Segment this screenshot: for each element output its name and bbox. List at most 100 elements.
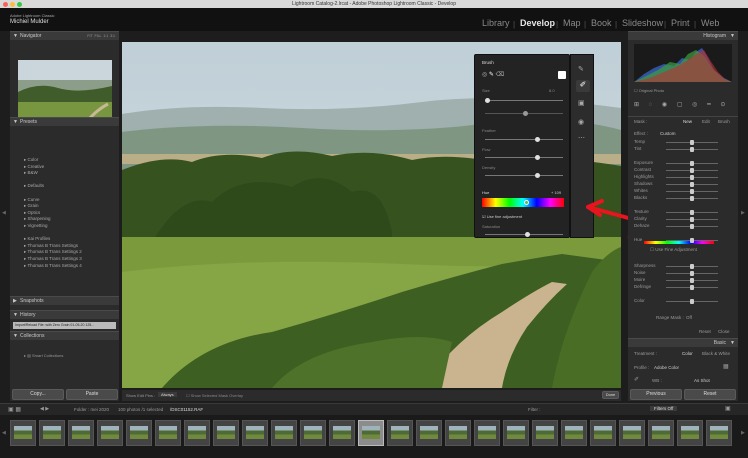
filmstrip-left-icon[interactable]: ◀ (2, 430, 6, 436)
grid-view-icon[interactable]: ▣ ▦ (8, 406, 21, 413)
gradient-icon[interactable]: ▣ (578, 99, 585, 107)
size-slider[interactable] (485, 98, 563, 103)
adjustment-slider[interactable] (666, 140, 718, 145)
radial-icon[interactable]: ◉ (578, 118, 584, 126)
filmstrip-folder[interactable]: Folder : mei 2020 (74, 407, 109, 412)
filmstrip-thumbnail[interactable] (706, 420, 732, 446)
profile-browser-icon[interactable]: ▦ (723, 363, 729, 370)
filmstrip-thumbnail[interactable] (677, 420, 703, 446)
preset-item[interactable]: ▸ Sharpening (24, 216, 82, 223)
filmstrip-thumbnail[interactable] (445, 420, 471, 446)
feather-slider[interactable] (485, 137, 563, 142)
filmstrip-thumbnail[interactable] (358, 420, 384, 446)
fine-adjust-checkbox-right[interactable]: ☐ Use Fine Adjustment (650, 247, 697, 253)
adjustment-slider[interactable] (666, 271, 718, 276)
reset-mask-button[interactable]: Reset (699, 329, 711, 334)
navigator-header[interactable]: ▼ Navigator FIT FILL 1:1 3:1 (10, 31, 119, 40)
brush-mode-icons[interactable]: ◎ ✎ ⌫ (482, 71, 504, 78)
adjustment-slider[interactable] (666, 196, 718, 201)
preset-item[interactable]: ▸ Grain (24, 203, 82, 210)
adjustment-slider[interactable] (666, 278, 718, 283)
adjustment-slider[interactable] (666, 217, 718, 222)
filmstrip-thumbnail[interactable] (648, 420, 674, 446)
adjustment-slider[interactable] (666, 189, 718, 194)
filmstrip-thumbnail[interactable] (532, 420, 558, 446)
presets-header[interactable]: ▼ Presets (10, 117, 119, 126)
preset-item[interactable]: ▸ Kai Profiles (24, 236, 82, 243)
zoom-window-button[interactable] (17, 1, 22, 7)
range-mask-select[interactable]: Off (686, 315, 692, 320)
filmstrip-thumbnail[interactable] (97, 420, 123, 446)
filmstrip-thumbnail[interactable] (590, 420, 616, 446)
basic-header[interactable]: Basic ▼ (628, 338, 738, 347)
reset-button[interactable]: Reset (684, 389, 736, 400)
preset-item[interactable]: ▸ Creative (24, 164, 82, 171)
filmstrip-thumbnail[interactable] (155, 420, 181, 446)
filter-select[interactable]: Filters Off (650, 406, 678, 411)
more-icon[interactable]: ⋯ (578, 134, 585, 142)
close-mask-button[interactable]: Close (718, 329, 730, 334)
filmstrip-thumbnail[interactable] (68, 420, 94, 446)
close-window-button[interactable] (3, 1, 8, 7)
brush-icon[interactable]: ✐ (576, 80, 590, 92)
filmstrip-thumbnail[interactable] (416, 420, 442, 446)
filmstrip-thumbnail[interactable] (503, 420, 529, 446)
paste-button[interactable]: Paste (66, 389, 118, 400)
hue-bar[interactable] (644, 241, 714, 244)
collection-item[interactable]: ▸ ▤ Smart Collections (24, 353, 63, 358)
saturation-slider[interactable] (485, 232, 563, 237)
mask-edit-tab[interactable]: Edit (702, 119, 710, 124)
module-book[interactable]: Book (591, 18, 612, 28)
adjustment-slider[interactable] (666, 210, 718, 215)
hue-spectrum-slider[interactable] (482, 198, 564, 207)
original-photo-checkbox[interactable]: ☐ Original Photo (634, 88, 664, 93)
adjustment-slider[interactable] (666, 168, 718, 173)
filmstrip-thumbnail[interactable] (39, 420, 65, 446)
filmstrip-thumbnail[interactable] (184, 420, 210, 446)
filmstrip-thumbnail[interactable] (271, 420, 297, 446)
module-map[interactable]: Map (563, 18, 581, 28)
preset-item[interactable]: ▸ Vignetting (24, 223, 82, 230)
preset-item[interactable]: ▸ Optics (24, 210, 82, 217)
filmstrip-thumbnail[interactable] (242, 420, 268, 446)
filmstrip-thumbnail[interactable] (561, 420, 587, 446)
left-panel-toggle-icon[interactable]: ◀ (2, 210, 6, 216)
fine-adjust-checkbox[interactable]: ☑ Use fine adjustment (482, 214, 522, 219)
preset-item[interactable]: ▸ Curve (24, 197, 82, 204)
flow-slider[interactable] (485, 155, 563, 160)
pen-icon[interactable]: ✎ (578, 65, 584, 73)
tool-strip[interactable]: ⊞ ◌ ◉ ▢ ◎ ━ ⊙ (634, 101, 732, 112)
right-panel-toggle-icon[interactable]: ▶ (741, 210, 745, 216)
nav-arrows-icon[interactable]: ◀ ▶ (40, 406, 49, 412)
brush-settings-icon[interactable] (558, 71, 566, 79)
filmstrip-thumbnail[interactable] (619, 420, 645, 446)
adjustment-slider[interactable] (666, 147, 718, 152)
filmstrip-thumbnail[interactable] (10, 420, 36, 446)
filmstrip-thumbnail[interactable] (126, 420, 152, 446)
done-button[interactable]: Done (602, 391, 619, 399)
histogram-header[interactable]: Histogram ▼ (628, 31, 738, 40)
preset-item[interactable]: ▸ Color (24, 157, 82, 164)
module-develop[interactable]: Develop (520, 18, 555, 28)
mask-overlay-checkbox[interactable]: ☐ Show Selected Mask Overlay (186, 393, 243, 398)
density-slider[interactable] (485, 173, 563, 178)
module-slideshow[interactable]: Slideshow (622, 18, 663, 28)
adjustment-slider[interactable] (666, 182, 718, 187)
snapshots-header[interactable]: ▶ Snapshots (10, 296, 119, 305)
mask-brush-tab[interactable]: Brush (718, 119, 730, 124)
preset-item[interactable]: ▸ Thomas B Trans Settings 4 (24, 263, 82, 270)
profile-select[interactable]: Adobe Color (654, 365, 679, 370)
filmstrip-right-icon[interactable]: ▶ (741, 430, 745, 436)
preset-item[interactable]: ▸ B&W (24, 170, 82, 177)
module-web[interactable]: Web (701, 18, 719, 28)
history-item[interactable]: Import/Reload File: with Zero Grain 01-0… (13, 322, 116, 329)
copy-button[interactable]: Copy... (12, 389, 64, 400)
adjustment-slider[interactable] (666, 299, 718, 304)
preset-item[interactable]: ▸ Thomas B Trans Settings 3 (24, 256, 82, 263)
treatment-color[interactable]: Color (682, 351, 693, 356)
histogram-chart[interactable] (634, 44, 732, 82)
eyedropper-icon[interactable]: ✐ (634, 376, 639, 383)
secondary-size-slider[interactable] (485, 111, 563, 116)
module-library[interactable]: Library (482, 18, 510, 28)
previous-button[interactable]: Previous (630, 389, 682, 400)
